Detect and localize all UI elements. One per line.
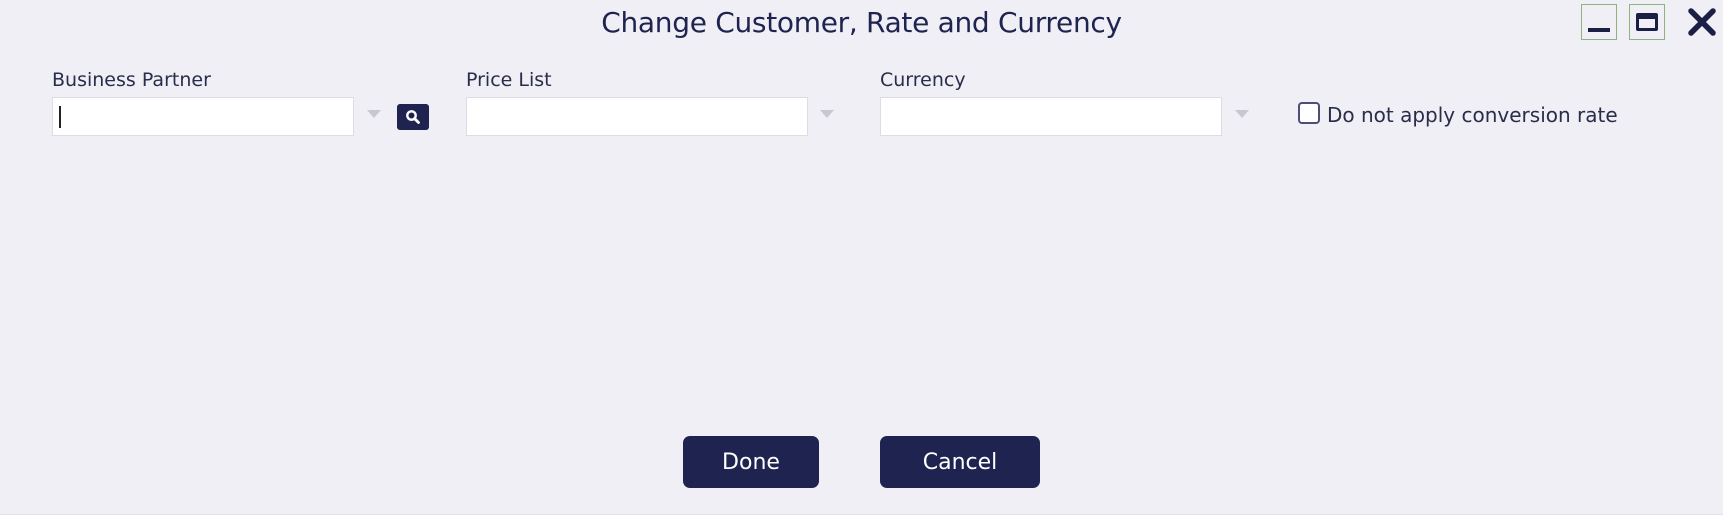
no-conversion-rate-label[interactable]: Do not apply conversion rate — [1327, 102, 1618, 128]
maximize-button[interactable] — [1629, 4, 1665, 40]
maximize-icon — [1636, 13, 1658, 31]
minimize-button[interactable] — [1581, 4, 1617, 40]
price-list-dropdown-arrow-icon[interactable] — [820, 110, 834, 118]
business-partner-dropdown-arrow-icon[interactable] — [367, 110, 381, 118]
business-partner-search-button[interactable] — [397, 104, 429, 130]
business-partner-input[interactable] — [52, 97, 354, 136]
price-list-input[interactable] — [466, 97, 808, 136]
search-icon — [406, 110, 420, 124]
currency-label: Currency — [880, 69, 966, 91]
close-button[interactable] — [1685, 6, 1719, 38]
done-button[interactable]: Done — [683, 436, 819, 488]
cancel-button[interactable]: Cancel — [880, 436, 1040, 488]
no-conversion-rate-checkbox[interactable] — [1298, 102, 1320, 124]
text-cursor — [59, 106, 61, 128]
minimize-icon — [1588, 28, 1610, 32]
business-partner-label: Business Partner — [52, 69, 211, 91]
currency-dropdown-arrow-icon[interactable] — [1235, 110, 1249, 118]
close-icon — [1688, 8, 1716, 36]
price-list-label: Price List — [466, 69, 552, 91]
currency-input[interactable] — [880, 97, 1222, 136]
change-customer-dialog: Change Customer, Rate and Currency Busin… — [0, 0, 1723, 515]
dialog-title: Change Customer, Rate and Currency — [601, 6, 1122, 39]
